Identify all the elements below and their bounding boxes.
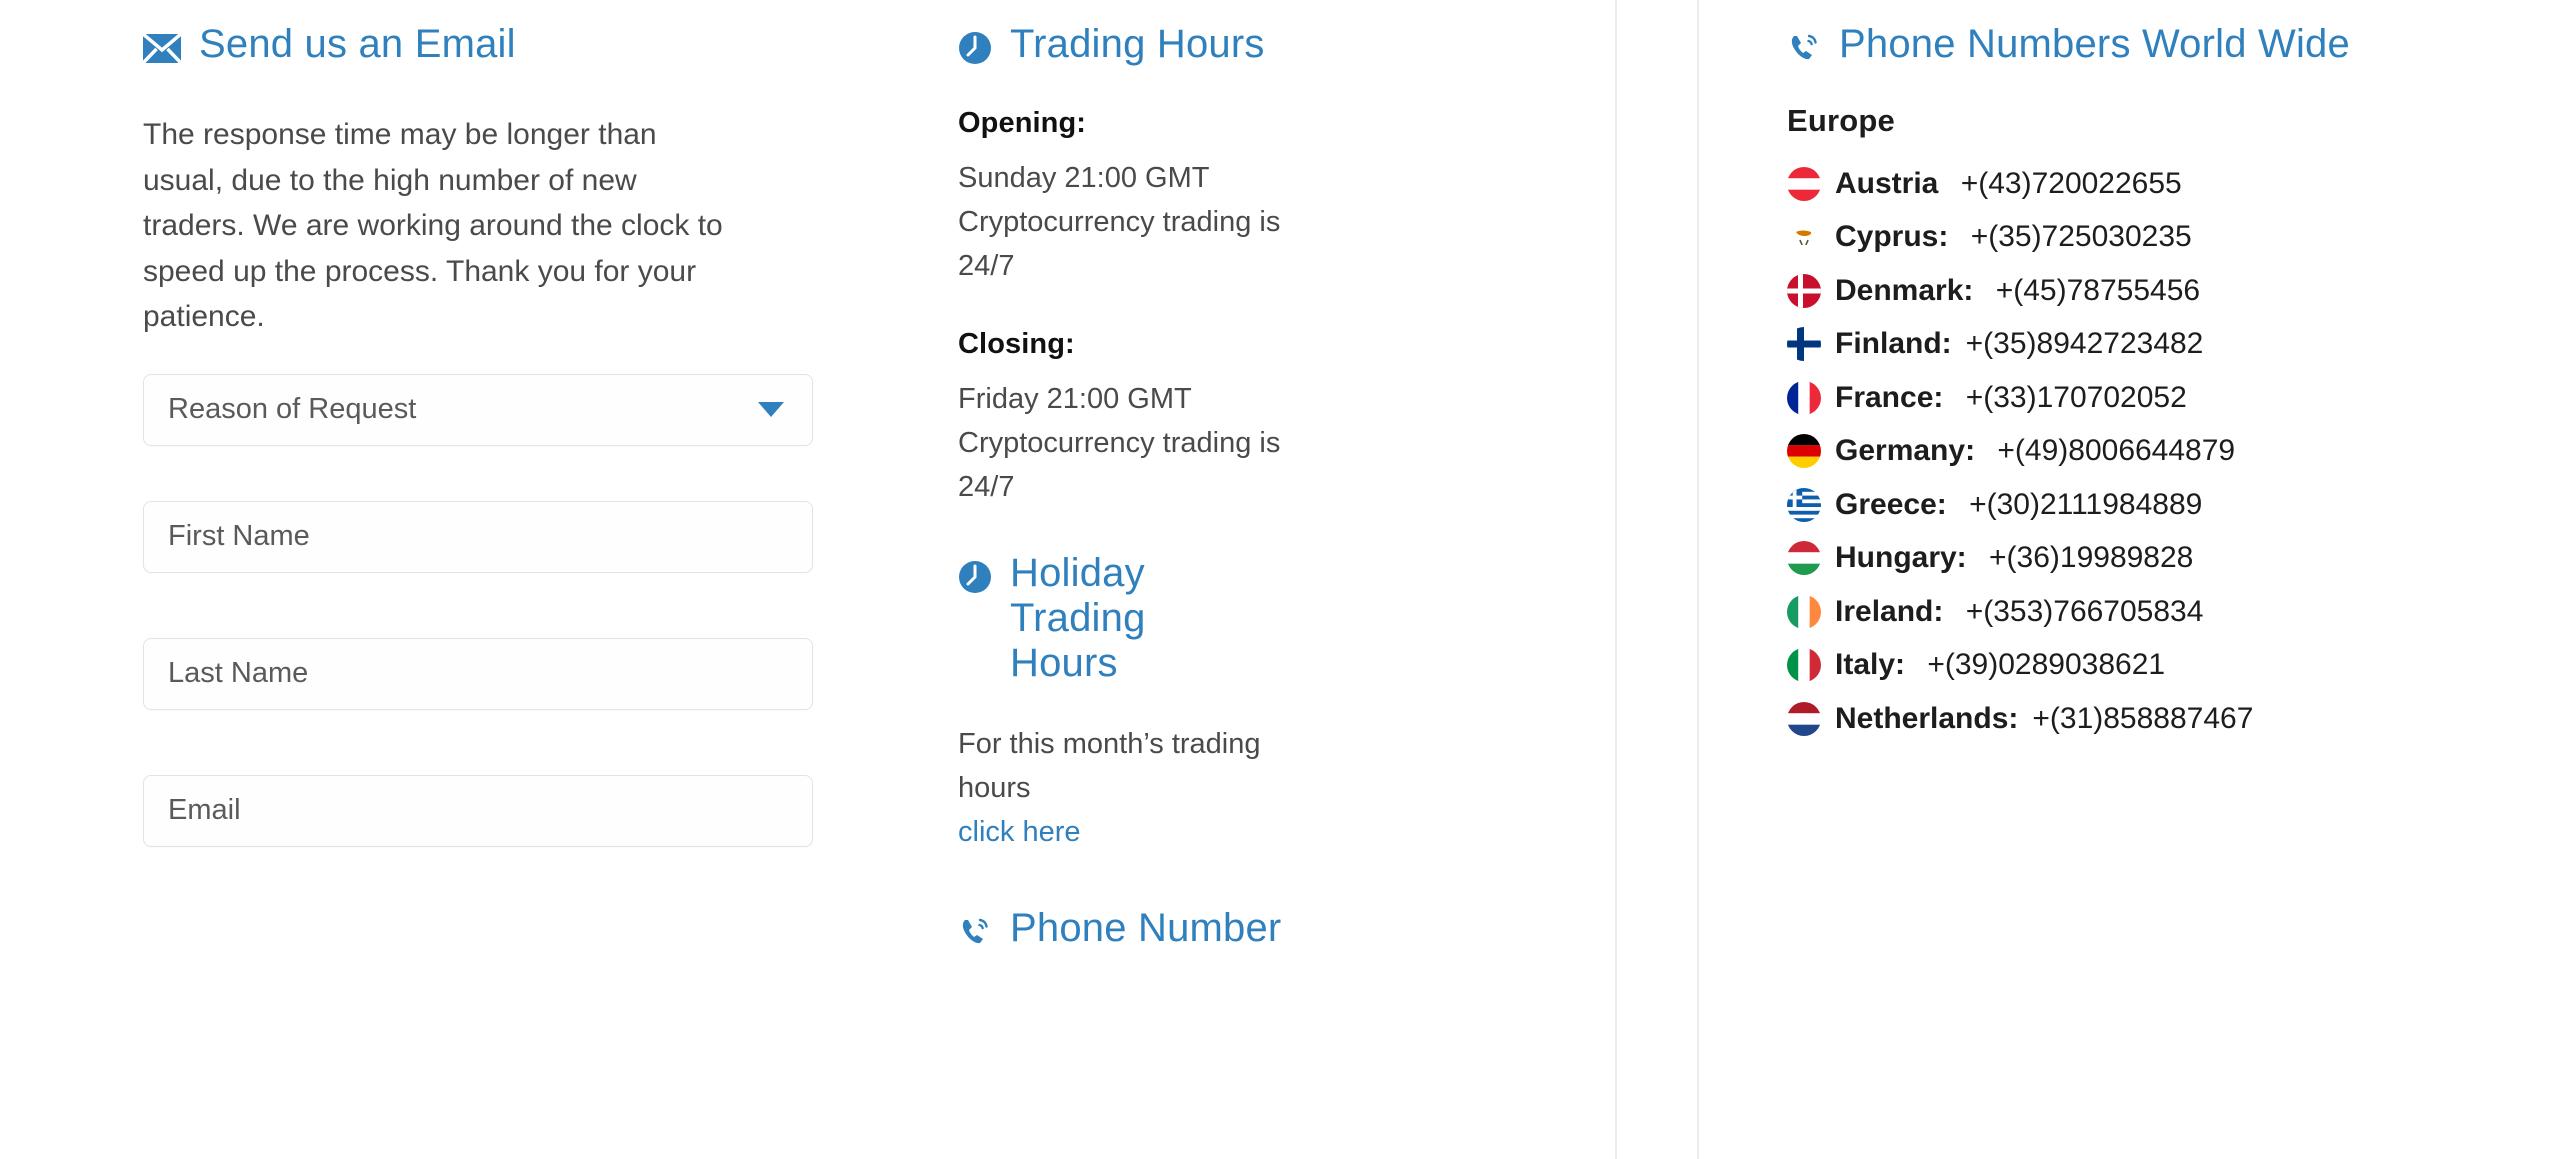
form-spacer [143, 743, 813, 775]
form-spacer [143, 479, 813, 501]
last-name-field[interactable]: Last Name [143, 637, 813, 710]
country-phone-number: +(36)19989828 [1989, 541, 2194, 575]
send-email-heading: Send us an Email [143, 22, 940, 68]
list-item[interactable]: Germany: +(49)8006644879 [1787, 424, 2560, 478]
email-field[interactable]: Email [143, 774, 813, 847]
trading-hours-title: Trading Hours [1010, 22, 1265, 66]
chevron-down-icon[interactable] [758, 402, 784, 418]
country-name: Finland: [1835, 327, 1952, 361]
send-email-title: Send us an Email [199, 22, 516, 66]
flag-austria-icon [1787, 166, 1821, 201]
column-divider [1617, 0, 1699, 1159]
email-placeholder: Email [168, 794, 241, 827]
flag-finland-icon [1787, 327, 1821, 362]
country-phone-number: +(33)170702052 [1965, 380, 2187, 414]
phone-numbers-title: Phone Numbers World Wide [1839, 22, 2350, 66]
list-item[interactable]: France: +(33)170702052 [1787, 371, 2560, 425]
flag-italy-icon [1787, 648, 1821, 683]
first-name-field[interactable]: First Name [143, 500, 813, 573]
phone-icon [958, 915, 992, 949]
clock-icon [958, 560, 992, 594]
phone-number-list: Austria +(43)720022655 Cyprus: +(35)7250… [1787, 157, 2560, 746]
response-time-notice: The response time may be longer than usu… [143, 118, 723, 334]
country-name: Denmark: [1835, 273, 1982, 307]
country-phone-number: +(35)8942723482 [1965, 327, 2204, 361]
country-phone-number: +(39)0289038621 [1927, 648, 2166, 682]
flag-ireland-icon [1787, 594, 1821, 629]
first-name-placeholder: First Name [168, 520, 310, 553]
country-name: Germany: [1835, 434, 1984, 468]
clock-icon [958, 31, 992, 65]
flag-france-icon [1787, 380, 1821, 415]
form-spacer [143, 606, 813, 638]
country-phone-number: +(31)858887467 [2032, 701, 2254, 735]
flag-netherlands-icon [1787, 701, 1821, 736]
trading-hours-panel: Trading Hours Opening: Sunday 21:00 GMT … [940, 0, 1617, 1159]
holiday-trading-hours-heading: Holiday Trading Hours [958, 551, 1258, 685]
phone-numbers-panel: Phone Numbers World Wide Europe Austria … [1699, 0, 2560, 1159]
flag-denmark-icon [1787, 273, 1821, 308]
list-item[interactable]: Italy: +(39)0289038621 [1787, 638, 2560, 692]
country-name: Greece: [1835, 487, 1956, 521]
holiday-note-text: For this month’s trading hours [958, 727, 1261, 804]
country-phone-number: +(30)2111984889 [1969, 487, 2203, 521]
last-name-placeholder: Last Name [168, 657, 309, 690]
list-item[interactable]: Ireland: +(353)766705834 [1787, 585, 2560, 639]
country-name: France: [1835, 380, 1952, 414]
trading-hours-heading: Trading Hours [958, 22, 1615, 67]
list-item[interactable]: Cyprus: +(35)725030235 [1787, 210, 2560, 264]
list-item[interactable]: Netherlands: +(31)858887467 [1787, 692, 2560, 746]
flag-cyprus-icon [1787, 220, 1821, 255]
holiday-hours-link[interactable]: click here [958, 816, 1081, 848]
country-name: Ireland: [1835, 594, 1952, 628]
holiday-note: For this month’s trading hours click her… [958, 722, 1298, 854]
country-phone-number: +(49)8006644879 [1997, 434, 2236, 468]
flag-germany-icon [1787, 434, 1821, 469]
country-phone-number: +(45)78755456 [1995, 273, 2201, 307]
contact-page: Send us an Email The response time may b… [0, 0, 2560, 1159]
opening-label: Opening: [958, 106, 1087, 139]
phone-numbers-heading: Phone Numbers World Wide [1787, 22, 2560, 67]
country-phone-number: +(43)720022655 [1960, 166, 2182, 200]
country-name: Cyprus: [1835, 220, 1957, 254]
list-item[interactable]: Hungary: +(36)19989828 [1787, 531, 2560, 585]
closing-label: Closing: [958, 328, 1075, 361]
country-name: Netherlands: [1835, 701, 2019, 735]
country-phone-number: +(35)725030235 [1970, 220, 2192, 254]
country-name: Hungary: [1835, 541, 1976, 575]
phone-number-heading: Phone Number [958, 906, 1615, 951]
contact-form: Reason of Request First Name Last Name E… [143, 373, 813, 847]
country-name: Italy: [1835, 648, 1914, 682]
list-item[interactable]: Greece: +(30)2111984889 [1787, 478, 2560, 532]
envelope-icon [143, 30, 181, 68]
flag-hungary-icon [1787, 541, 1821, 576]
list-item[interactable]: Austria +(43)720022655 [1787, 157, 2560, 211]
country-phone-number: +(353)766705834 [1965, 594, 2204, 628]
holiday-trading-hours-title: Holiday Trading Hours [1010, 551, 1146, 685]
country-name: Austria [1835, 166, 1947, 200]
flag-greece-icon [1787, 487, 1821, 522]
closing-value: Friday 21:00 GMT Cryptocurrency trading … [958, 383, 1281, 504]
send-email-panel: Send us an Email The response time may b… [0, 0, 940, 1159]
phone-icon [1787, 31, 1821, 65]
list-item[interactable]: Denmark: +(45)78755456 [1787, 264, 2560, 318]
region-label-europe: Europe [1787, 102, 1895, 138]
reason-of-request-select[interactable]: Reason of Request [143, 373, 813, 446]
opening-value: Sunday 21:00 GMT Cryptocurrency trading … [958, 161, 1281, 282]
reason-of-request-value: Reason of Request [168, 393, 417, 426]
phone-number-title: Phone Number [1010, 905, 1282, 950]
list-item[interactable]: Finland: +(35)8942723482 [1787, 317, 2560, 371]
